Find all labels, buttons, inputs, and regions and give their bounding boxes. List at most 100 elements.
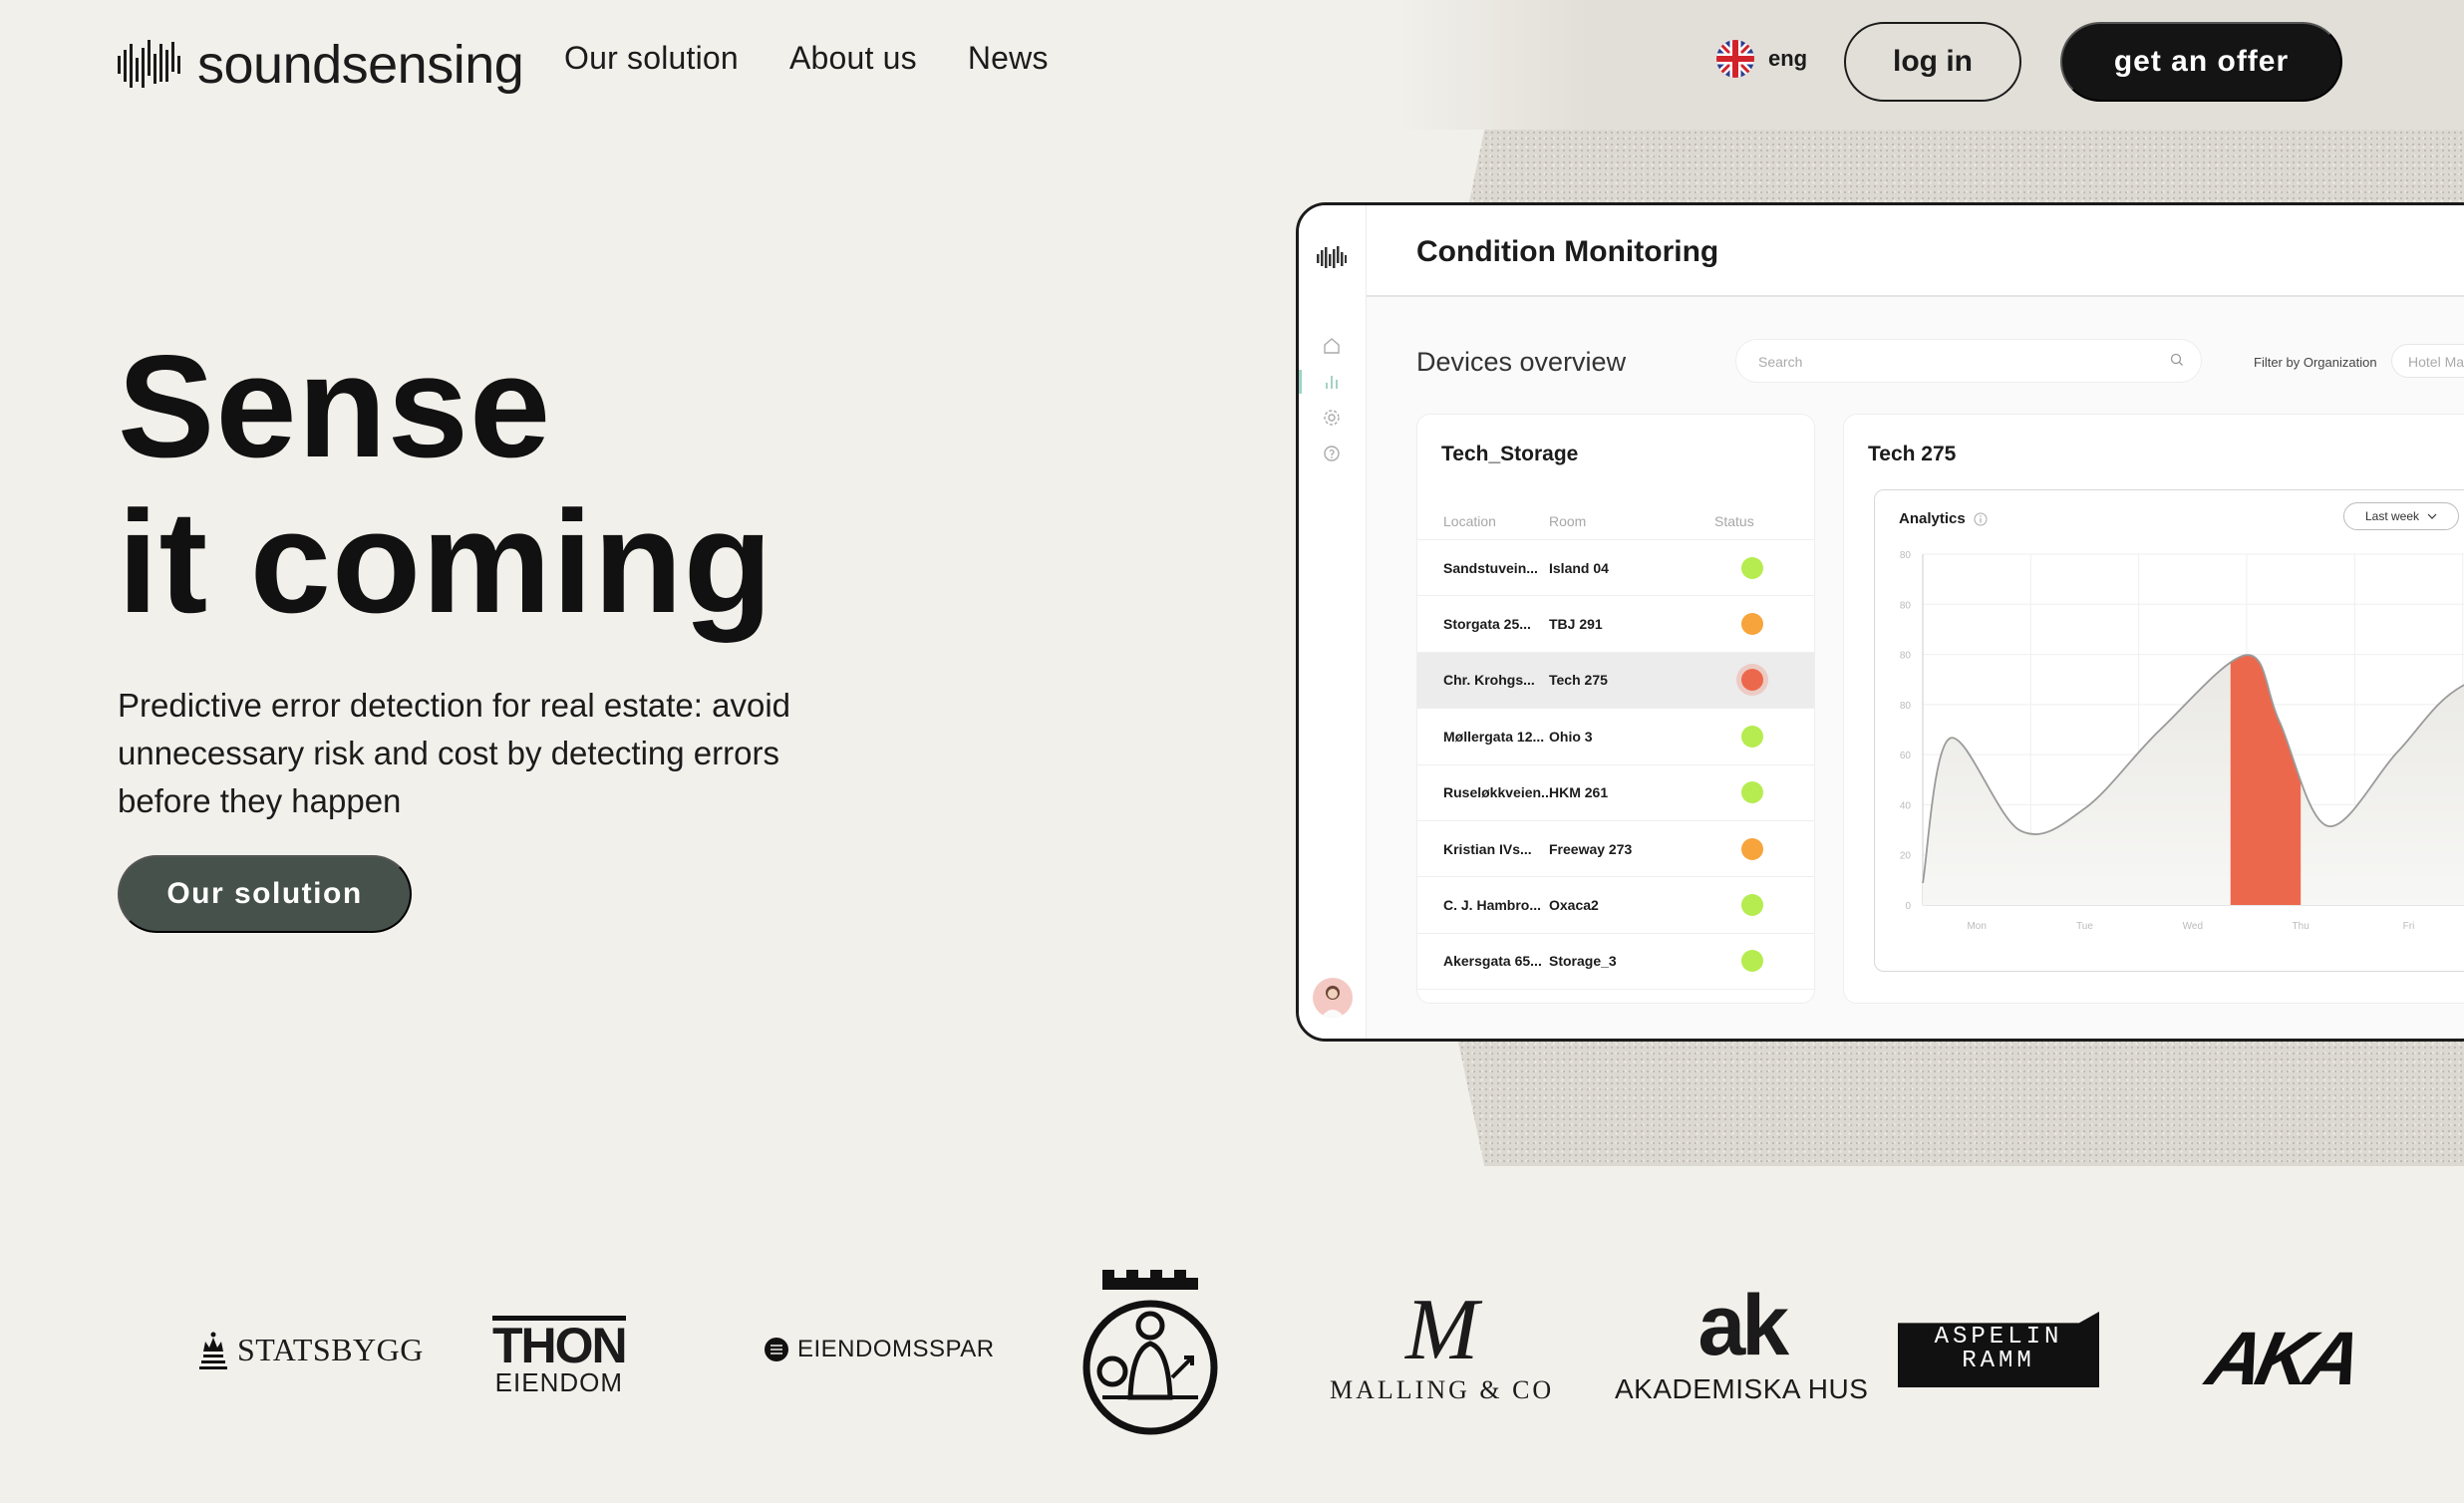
column-location: Location <box>1443 512 1496 529</box>
row-status <box>1702 613 1802 636</box>
site-header: soundsensing Our solution About us News … <box>0 0 2464 130</box>
y-tick-label: 80 <box>1900 701 1912 712</box>
row-location: Storgata 25... <box>1443 616 1531 633</box>
y-tick-label: 80 <box>1900 600 1912 611</box>
x-tick-label: Mon <box>1967 921 1986 932</box>
uk-flag-icon <box>1716 40 1754 78</box>
devices-table: Location Room Status Sandstuvein... Islan… <box>1417 502 1814 991</box>
table-row[interactable]: C. J. Hambro... Oxaca2 <box>1417 877 1814 934</box>
help-icon[interactable] <box>1317 439 1347 468</box>
status-dot-ok <box>1741 894 1763 917</box>
row-room: TBJ 291 <box>1549 616 1603 633</box>
language-switcher[interactable]: eng <box>1716 40 1807 78</box>
analytics-panel: Analytics Last week 80 80 80 80 60 40 20 0 Mon Tu… <box>1874 489 2464 972</box>
ramm-text: RAMM <box>1962 1348 2035 1374</box>
status-dot-error <box>1741 669 1763 692</box>
logo-aka: AKA <box>2199 1317 2364 1401</box>
row-room: HKM 261 <box>1549 784 1609 801</box>
devices-overview-title: Devices overview <box>1416 347 1627 377</box>
status-dot-ok <box>1741 781 1763 804</box>
akademiska-monogram: ak <box>1697 1278 1789 1373</box>
row-room: Island 04 <box>1549 559 1609 576</box>
logo-oslo-emblem <box>1080 1268 1220 1439</box>
analytics-card: Tech 275 Analytics Last week 80 80 80 80 60 4… <box>1843 414 2464 1004</box>
logo-text: soundsensing <box>197 35 524 95</box>
table-header: Location Room Status <box>1417 502 1814 540</box>
home-icon[interactable] <box>1317 331 1347 361</box>
thon-text: THON <box>492 1316 628 1373</box>
soundwave-logo-icon <box>118 40 180 88</box>
row-room: Tech 275 <box>1549 672 1608 689</box>
user-avatar[interactable] <box>1313 978 1353 1018</box>
y-tick-label: 0 <box>1905 901 1911 912</box>
statsbygg-text: STATSBYGG <box>237 1331 424 1367</box>
status-dot-ok <box>1741 725 1763 748</box>
logo[interactable]: soundsensing <box>118 34 524 96</box>
row-status <box>1702 950 1802 973</box>
eiendomsspar-text: EIENDOMSSPAR <box>797 1336 995 1362</box>
eiendomsspar-mark-icon <box>765 1338 788 1361</box>
devices-table-card: Tech_Storage Location Room Status Sandst… <box>1416 414 1815 1004</box>
row-location: C. J. Hambro... <box>1443 897 1542 914</box>
row-status <box>1702 894 1802 917</box>
table-row[interactable]: Ruseløkkveien... HKM 261 <box>1417 765 1814 821</box>
logo-eiendomsspar: EIENDOMSSPAR <box>764 1336 995 1363</box>
dashboard-header: Condition Monitoring <box>1367 205 2464 297</box>
status-dot-ok <box>1741 950 1763 973</box>
nav-our-solution[interactable]: Our solution <box>564 40 739 77</box>
malling-monogram: M <box>1404 1282 1479 1378</box>
x-tick-label: Wed <box>2183 921 2203 932</box>
hero-title-line-1: Sense <box>118 325 552 487</box>
x-tick-label: Tue <box>2076 921 2093 932</box>
table-row[interactable]: Chr. Krohgs... Tech 275 <box>1417 652 1814 710</box>
x-tick-label: Fri <box>2403 921 2415 932</box>
language-label: eng <box>1768 46 1808 71</box>
row-status <box>1702 556 1802 579</box>
settings-gear-icon[interactable] <box>1317 403 1347 433</box>
row-location: Kristian IVs... <box>1443 840 1532 857</box>
info-icon[interactable] <box>1974 512 1988 526</box>
login-button[interactable]: log in <box>1844 22 2021 102</box>
analytics-label: Analytics <box>1899 510 1966 527</box>
table-row[interactable]: Møllergata 12... Ohio 3 <box>1417 709 1814 765</box>
device-search-input[interactable]: Search <box>1735 339 2202 383</box>
status-dot-ok <box>1741 556 1763 579</box>
organization-filter-select[interactable]: Hotel Ma <box>2391 344 2464 378</box>
oslo-seal-icon <box>1082 1270 1218 1435</box>
dashboard-mockup: Condition Monitoring Devices overview Se… <box>1296 202 2464 1042</box>
row-room: Oxaca2 <box>1549 897 1599 914</box>
search-icon <box>2170 353 2183 366</box>
table-body: Sandstuvein... Island 04 Storgata 25... TBJ… <box>1417 540 1814 991</box>
devices-card-title: Tech_Storage <box>1441 443 1579 465</box>
row-location: Møllergata 12... <box>1443 728 1545 745</box>
table-row[interactable]: Akersgata 65... Storage_3 <box>1417 934 1814 991</box>
dashboard-sidebar <box>1299 205 1367 1039</box>
row-status <box>1702 837 1802 860</box>
nav-news[interactable]: News <box>968 40 1049 77</box>
logo-statsbygg: STATSBYGG <box>199 1330 424 1369</box>
row-location: Chr. Krohgs... <box>1443 672 1535 689</box>
status-dot-warning <box>1741 613 1763 636</box>
table-row[interactable]: Storgata 25... TBJ 291 <box>1417 596 1814 653</box>
get-offer-button[interactable]: get an offer <box>2060 22 2342 102</box>
aspelin-text: ASPELIN <box>1934 1324 2063 1351</box>
row-status <box>1702 725 1802 748</box>
analytics-icon[interactable] <box>1317 367 1347 397</box>
chevron-down-icon <box>2427 513 2437 519</box>
date-range-dropdown[interactable]: Last week <box>2343 502 2459 530</box>
analytics-card-title: Tech 275 <box>1868 443 1957 465</box>
thon-eiendom-text: EIENDOM <box>494 1367 623 1397</box>
analytics-chart: 808080806040200MonTueWedThuFriSat <box>1900 550 2464 932</box>
search-placeholder: Search <box>1758 354 1803 370</box>
table-row[interactable]: Kristian IVs... Freeway 273 <box>1417 821 1814 878</box>
nav-about-us[interactable]: About us <box>789 40 917 77</box>
row-location: Sandstuvein... <box>1443 559 1538 576</box>
table-row[interactable]: Sandstuvein... Island 04 <box>1417 540 1814 597</box>
logo-thon-eiendom: THON EIENDOM <box>492 1316 628 1397</box>
y-tick-label: 80 <box>1900 651 1912 662</box>
y-tick-label: 60 <box>1900 751 1912 761</box>
column-status: Status <box>1714 512 1754 529</box>
row-status <box>1702 781 1802 804</box>
our-solution-button[interactable]: Our solution <box>118 855 412 933</box>
filter-value: Hotel Ma <box>2408 354 2464 370</box>
